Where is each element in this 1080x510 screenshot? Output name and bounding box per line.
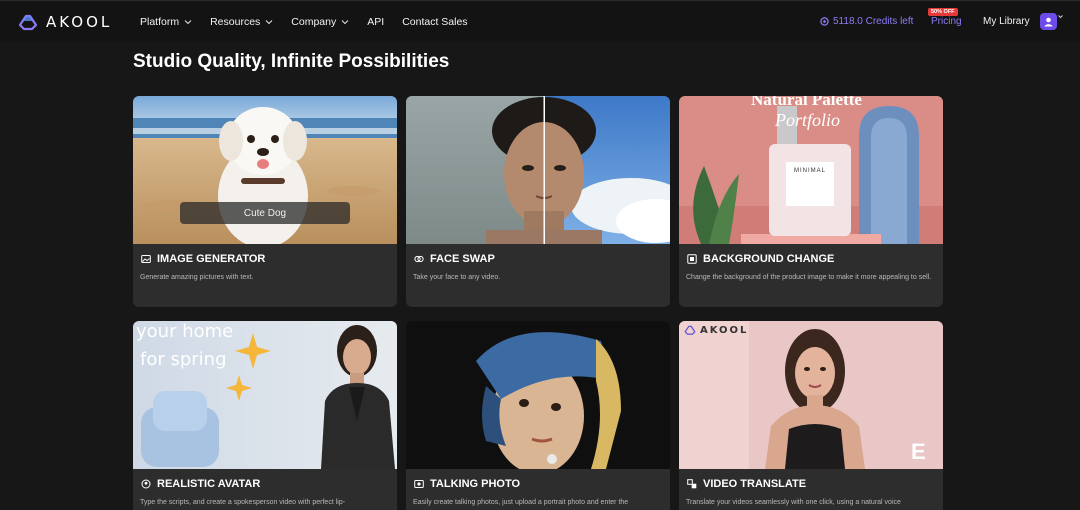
pearl-earring-portrait-image bbox=[406, 321, 670, 469]
overlay-line-2: for spring bbox=[140, 349, 227, 370]
brand-logo[interactable]: AKOOL bbox=[17, 12, 112, 32]
avatar-icon bbox=[141, 479, 151, 489]
avatar-presenter-image bbox=[133, 321, 397, 469]
card-title-label: VIDEO TRANSLATE bbox=[703, 478, 807, 490]
nav-company[interactable]: Company bbox=[291, 16, 349, 28]
chevron-down-icon bbox=[341, 20, 349, 25]
card-title: VIDEO TRANSLATE bbox=[687, 478, 806, 490]
card-description: Take your face to any video. bbox=[413, 274, 501, 281]
watermark-text: AKOOL bbox=[700, 324, 749, 336]
card-background-change-thumbnail: Natural Palette Portfolio MINIMAL bbox=[679, 96, 943, 244]
image-icon bbox=[141, 255, 151, 263]
user-avatar[interactable] bbox=[1040, 13, 1057, 30]
card-realistic-avatar-thumbnail: your home for spring bbox=[133, 321, 397, 469]
card-description: Easily create talking photos, just uploa… bbox=[413, 499, 629, 506]
card-title: BACKGROUND CHANGE bbox=[687, 253, 834, 265]
top-navbar: AKOOL Platform Resources Company API Con… bbox=[0, 0, 1080, 42]
card-title-label: TALKING PHOTO bbox=[430, 478, 521, 490]
user-icon bbox=[1044, 17, 1053, 27]
pricing-link[interactable]: Pricing bbox=[931, 16, 962, 27]
credits-label: 5118.0 Credits left bbox=[833, 16, 914, 27]
card-title-label: IMAGE GENERATOR bbox=[157, 253, 266, 265]
credits-indicator[interactable]: 5118.0 Credits left bbox=[820, 16, 913, 27]
nav-api[interactable]: API bbox=[367, 16, 384, 28]
photo-icon bbox=[414, 480, 424, 488]
face-swap-icon bbox=[414, 255, 424, 263]
nav-links: Platform Resources Company API Contact S… bbox=[140, 1, 468, 43]
nav-api-label: API bbox=[367, 16, 385, 28]
watermark-logo: AKOOL bbox=[683, 324, 748, 336]
translate-video-image bbox=[679, 321, 943, 469]
card-title: FACE SWAP bbox=[414, 253, 495, 265]
chevron-down-icon bbox=[265, 20, 273, 25]
nav-resources[interactable]: Resources bbox=[210, 16, 273, 28]
card-face-swap-thumbnail bbox=[406, 96, 670, 244]
nav-contact-sales-label: Contact Sales bbox=[402, 16, 468, 28]
page-title: Studio Quality, Infinite Possibilities bbox=[133, 51, 450, 72]
card-talking-photo-thumbnail bbox=[406, 321, 670, 469]
face-swap-image bbox=[406, 96, 670, 244]
caret-down-icon[interactable] bbox=[1058, 14, 1063, 19]
card-background-change[interactable]: Natural Palette Portfolio MINIMAL BACKGR… bbox=[679, 96, 943, 307]
my-library-link[interactable]: My Library bbox=[983, 16, 1030, 27]
credits-icon bbox=[820, 17, 829, 26]
translate-icon bbox=[687, 479, 697, 489]
bottle-label: MINIMAL bbox=[793, 168, 826, 174]
chevron-down-icon bbox=[184, 20, 192, 25]
prompt-chip-label: Cute Dog bbox=[243, 207, 287, 219]
akool-logo-icon bbox=[18, 14, 38, 31]
card-title: IMAGE GENERATOR bbox=[141, 253, 265, 265]
nav-resources-label: Resources bbox=[210, 16, 261, 28]
card-video-translate[interactable]: AKOOL E VIDEO TRANSLATE Translate your v… bbox=[679, 321, 943, 510]
card-description: Generate amazing pictures with text. bbox=[140, 274, 254, 281]
card-description: Type the scripts, and create a spokesper… bbox=[140, 499, 346, 506]
card-image-generator[interactable]: Cute Dog IMAGE GENERATOR Generate amazin… bbox=[133, 96, 397, 307]
overlay-line-1: your home bbox=[136, 321, 234, 342]
card-title: REALISTIC AVATAR bbox=[141, 478, 260, 490]
background-icon bbox=[687, 254, 697, 264]
brand-name: AKOOL bbox=[46, 13, 113, 31]
card-realistic-avatar[interactable]: your home for spring REALISTIC AVATAR Ty… bbox=[133, 321, 397, 510]
channel-logo: E bbox=[911, 439, 926, 464]
card-face-swap[interactable]: FACE SWAP Take your face to any video. bbox=[406, 96, 670, 307]
nav-right: 5118.0 Credits left 50% OFF Pricing My L… bbox=[820, 1, 1080, 43]
overlay-subtitle: Portfolio bbox=[775, 110, 841, 130]
card-title-label: BACKGROUND CHANGE bbox=[703, 253, 835, 265]
card-title: TALKING PHOTO bbox=[414, 478, 520, 490]
nav-contact-sales[interactable]: Contact Sales bbox=[402, 16, 467, 28]
card-talking-photo[interactable]: TALKING PHOTO Easily create talking phot… bbox=[406, 321, 670, 510]
nav-platform[interactable]: Platform bbox=[140, 16, 192, 28]
nav-company-label: Company bbox=[291, 16, 337, 28]
discount-badge: 50% OFF bbox=[928, 8, 958, 16]
prompt-chip: Cute Dog bbox=[180, 202, 350, 224]
card-title-label: FACE SWAP bbox=[430, 253, 495, 265]
card-title-label: REALISTIC AVATAR bbox=[157, 478, 261, 490]
akool-watermark-icon bbox=[684, 325, 696, 335]
card-description: Translate your videos seamlessly with on… bbox=[686, 499, 901, 506]
overlay-title: Natural Palette bbox=[751, 96, 862, 109]
card-image-generator-thumbnail: Cute Dog bbox=[133, 96, 397, 244]
card-video-translate-thumbnail: AKOOL E bbox=[679, 321, 943, 469]
nav-platform-label: Platform bbox=[140, 16, 180, 28]
card-description: Change the background of the product ima… bbox=[686, 274, 932, 281]
